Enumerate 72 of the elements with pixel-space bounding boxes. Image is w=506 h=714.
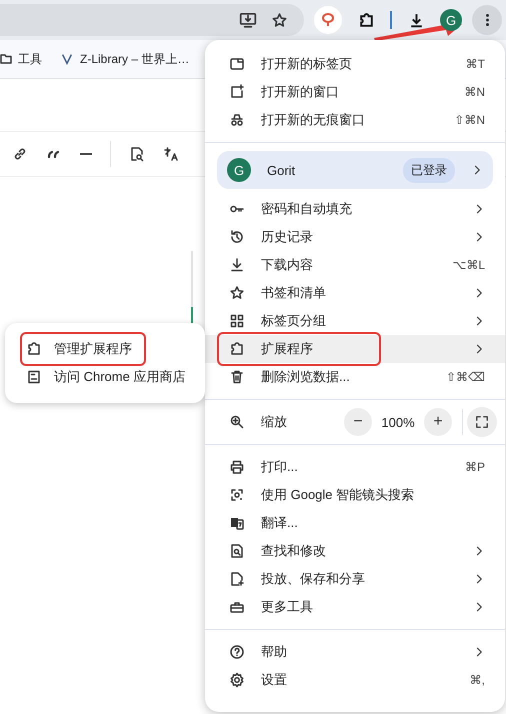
file-share-icon	[229, 571, 245, 587]
profile-avatar: G	[227, 158, 251, 182]
settings-icon	[229, 672, 245, 688]
menu-item[interactable]: 书签和清单	[205, 279, 505, 307]
trash-icon	[229, 369, 245, 385]
shortcut: ⇧⌘N	[454, 113, 485, 127]
menu-item[interactable]: 扩展程序	[205, 335, 505, 363]
grid-icon	[229, 313, 245, 329]
lens-icon	[229, 487, 245, 503]
incognito-icon	[229, 112, 245, 128]
link-icon	[12, 146, 28, 162]
translate-icon	[229, 515, 245, 531]
menu-item[interactable]: 打印... ⌘P	[205, 453, 505, 481]
menu-item[interactable]: 打开新的标签页 ⌘T	[205, 50, 505, 78]
menu-item[interactable]: 使用 Google 智能镜头搜索	[205, 481, 505, 509]
zoom-out-button[interactable]: −	[344, 408, 372, 436]
profile-avatar[interactable]: G	[440, 9, 462, 31]
bookmark[interactable]: Z-Library – 世界上…	[80, 50, 190, 68]
horizontal-rule-icon	[80, 153, 92, 155]
find-icon	[129, 146, 145, 162]
star-icon	[271, 12, 288, 28]
shortcut: ⌘P	[464, 460, 485, 474]
extension-button[interactable]	[314, 6, 342, 34]
menu-item[interactable]: 更多工具	[205, 593, 505, 621]
puzzle-icon	[229, 341, 245, 357]
new-window-icon	[229, 84, 245, 100]
star-icon	[229, 285, 245, 301]
menu-button[interactable]	[472, 5, 502, 35]
download-icon	[229, 257, 245, 273]
help-icon	[229, 644, 245, 660]
menu-item[interactable]: 标签页分组	[205, 307, 505, 335]
v-logo-icon	[60, 52, 74, 66]
menu-item[interactable]: 翻译...	[205, 509, 505, 537]
menu-item[interactable]: 密码和自动填充	[205, 195, 505, 223]
more-icon	[486, 14, 488, 26]
profile-name: Gorit	[267, 162, 296, 178]
menu-item[interactable]: 管理扩展程序	[5, 335, 205, 363]
puzzle-icon	[358, 12, 374, 28]
shortcut: ⇧⌘⌫	[446, 370, 485, 384]
menu-item[interactable]: 帮助	[205, 638, 505, 666]
balloon-icon	[320, 12, 336, 28]
tab-icon	[229, 56, 245, 72]
store-icon	[26, 369, 42, 385]
menu-item[interactable]: 设置 ⌘,	[205, 666, 505, 694]
shortcut: ⌘N	[464, 85, 485, 99]
fullscreen-button[interactable]	[467, 407, 497, 437]
puzzle-icon	[26, 341, 42, 357]
printer-icon	[229, 459, 245, 475]
shortcut: ⌘,	[470, 673, 485, 687]
shortcut: ⌘T	[466, 57, 485, 71]
menu-item[interactable]: 打开新的无痕窗口 ⇧⌘N	[205, 106, 505, 134]
install-icon	[239, 11, 257, 29]
menu-label: 缩放	[261, 413, 288, 431]
menu-item[interactable]: 下载内容 ⌥⌘L	[205, 251, 505, 279]
find-icon	[229, 543, 245, 559]
menu-item[interactable]: 打开新的窗口 ⌘N	[205, 78, 505, 106]
signed-in-badge: 已登录	[403, 158, 455, 182]
zoom-in-button[interactable]: +	[424, 408, 452, 436]
bookmark[interactable]: 工具	[18, 50, 42, 68]
folder-icon	[0, 54, 12, 64]
menu-item[interactable]: 历史记录	[205, 223, 505, 251]
fullscreen-icon	[475, 415, 489, 429]
menu-item[interactable]: 删除浏览数据... ⇧⌘⌫	[205, 363, 505, 391]
menu-item[interactable]: 访问 Chrome 应用商店	[5, 363, 205, 391]
menu-item[interactable]: 投放、保存和分享	[205, 565, 505, 593]
zoom-icon	[229, 414, 245, 430]
history-icon	[229, 229, 245, 245]
profile-item[interactable]: G Gorit 已登录	[217, 151, 493, 189]
translate-icon	[163, 146, 179, 162]
menu-item[interactable]: 查找和修改	[205, 537, 505, 565]
shortcut: ⌥⌘L	[452, 258, 485, 272]
zoom-level: 100%	[380, 414, 416, 430]
